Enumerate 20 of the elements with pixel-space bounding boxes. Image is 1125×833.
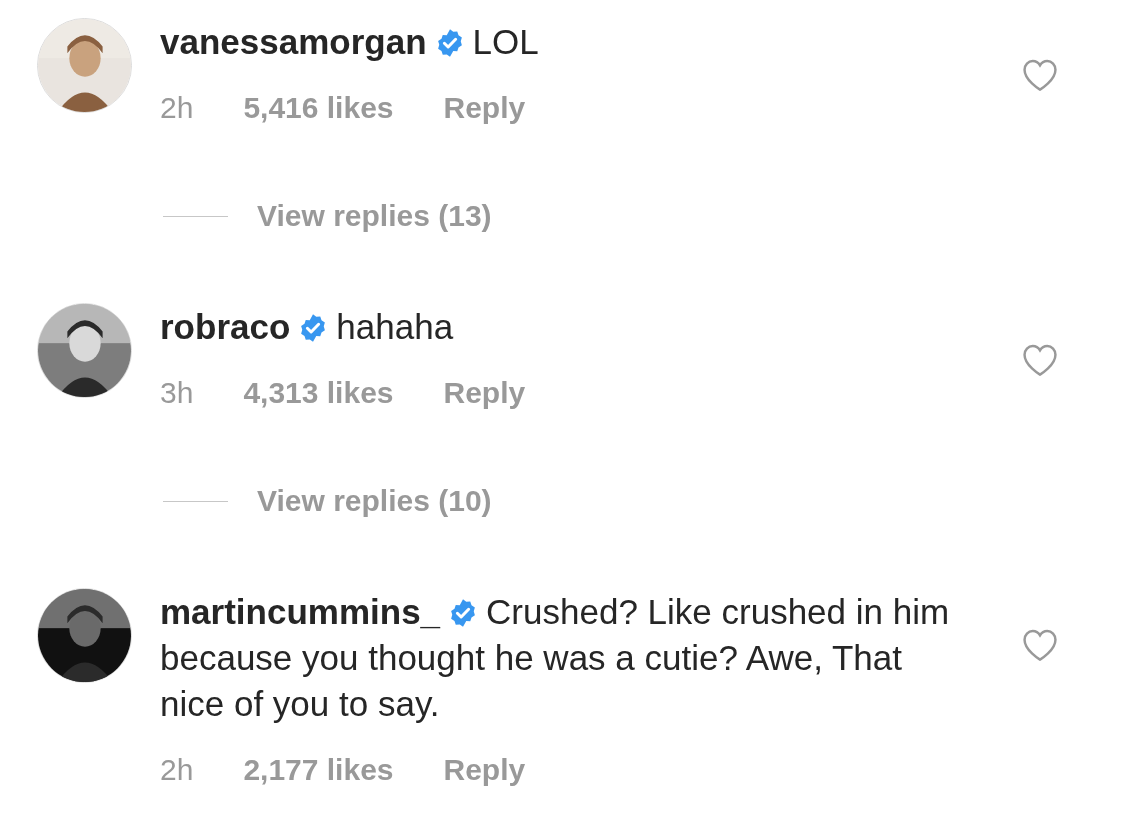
- username-link[interactable]: robraco: [160, 307, 291, 346]
- username-link[interactable]: martincummins_: [160, 592, 441, 631]
- reply-button[interactable]: Reply: [443, 88, 526, 128]
- heart-icon[interactable]: [1021, 58, 1059, 92]
- likes-count[interactable]: 4,313 likes: [243, 373, 394, 413]
- comment-time: 2h: [160, 90, 194, 126]
- comment-text: martincummins_ Crushed? Like crushed in him because you thought he was a cutie? Awe, That nice of you to say.: [160, 592, 950, 723]
- heart-icon[interactable]: [1021, 343, 1059, 377]
- view-replies-button[interactable]: View replies (10): [257, 481, 492, 521]
- heart-icon[interactable]: [1021, 628, 1059, 662]
- comment-text: robraco hahaha: [160, 307, 454, 346]
- view-replies-button[interactable]: View replies (13): [257, 196, 492, 236]
- reply-button[interactable]: Reply: [443, 750, 526, 790]
- likes-count[interactable]: 5,416 likes: [243, 88, 394, 128]
- likes-count[interactable]: 2,177 likes: [243, 750, 394, 790]
- comment-time: 3h: [160, 375, 194, 411]
- username-link[interactable]: vanessamorgan: [160, 22, 427, 61]
- comment-time: 2h: [160, 752, 194, 788]
- reply-button[interactable]: Reply: [443, 373, 526, 413]
- comment-text: vanessamorgan LOL: [160, 22, 539, 61]
